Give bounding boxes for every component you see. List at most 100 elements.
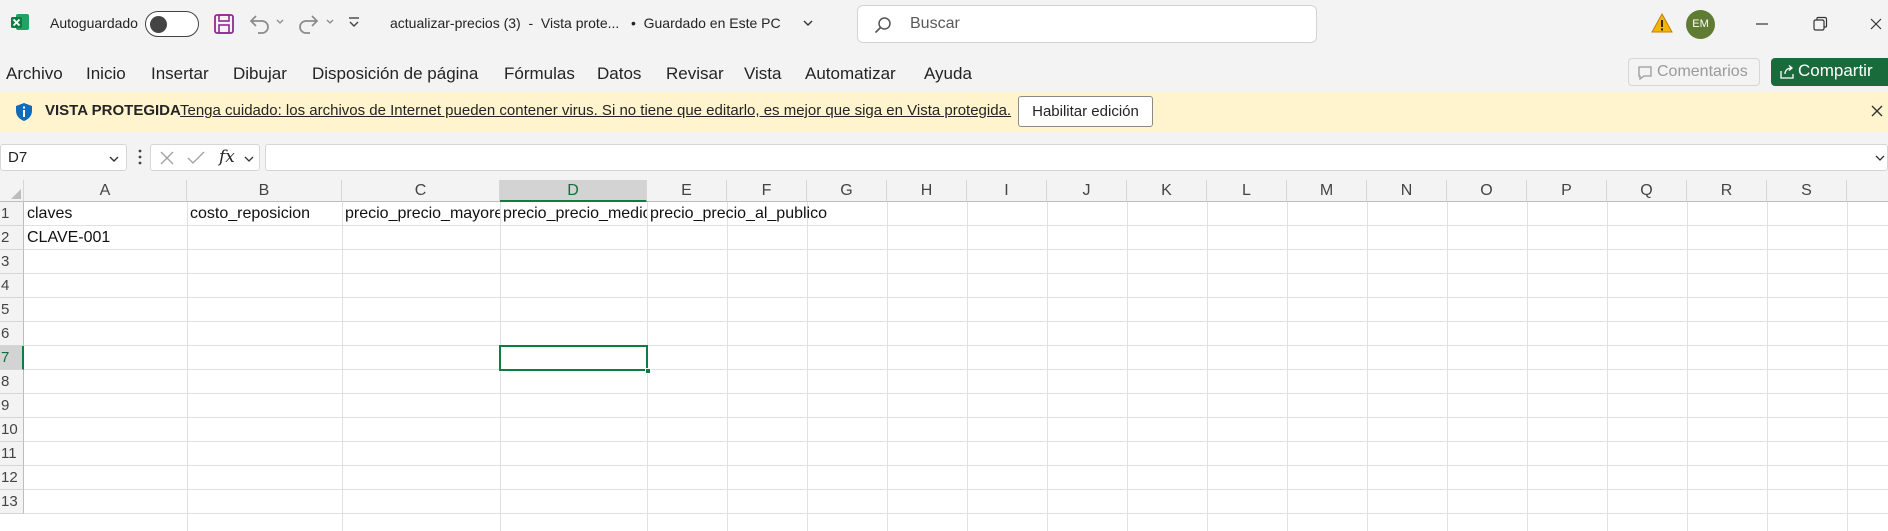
tab-insertar[interactable]: Insertar [151,64,209,84]
column-header-l[interactable]: L [1207,180,1287,202]
avatar[interactable]: EM [1686,10,1715,39]
tab-inicio[interactable]: Inicio [86,64,126,84]
row-header-3[interactable]: 3 [0,250,24,274]
name-box[interactable]: D7 [0,144,127,171]
column-header-k[interactable]: K [1127,180,1207,202]
column-header-p[interactable]: P [1527,180,1607,202]
chevron-down-icon[interactable] [802,17,814,29]
chevron-down-icon[interactable] [243,153,255,165]
gridline [1607,202,1608,531]
comments-label: Comentarios [1657,63,1748,80]
select-all-icon [11,189,21,199]
cancel-icon[interactable] [159,150,175,166]
row-header-8[interactable]: 8 [0,370,24,394]
minimize-icon[interactable] [1752,14,1772,34]
gridline [1047,202,1048,531]
gridline [24,393,1888,394]
protected-view-message[interactable]: Tenga cuidado: los archivos de Internet … [180,102,1011,119]
tab-disposicion[interactable]: Disposición de página [312,64,478,84]
spreadsheet-grid[interactable]: A B C D E F G H I J K L M N O P Q R S 1 … [0,180,1888,531]
tab-ayuda[interactable]: Ayuda [924,64,972,84]
protected-view-bar: VISTA PROTEGIDA Tenga cuidado: los archi… [0,92,1888,132]
column-header-o[interactable]: O [1447,180,1527,202]
share-button[interactable]: Compartir [1771,58,1888,86]
enable-editing-button[interactable]: Habilitar edición [1018,96,1153,127]
check-icon[interactable] [187,150,205,166]
comments-button[interactable]: Comentarios [1628,58,1760,86]
column-header-c[interactable]: C [342,180,500,202]
row-header-1[interactable]: 1 [0,202,24,226]
column-header-i[interactable]: I [967,180,1047,202]
insert-function-button[interactable]: fx [219,147,235,167]
fill-handle[interactable] [645,368,651,374]
row-header-10[interactable]: 10 [0,418,24,442]
gridline [1687,202,1688,531]
cell-d1[interactable]: precio_precio_medio [500,202,647,226]
row-header-5[interactable]: 5 [0,298,24,322]
gridline [1287,202,1288,531]
redo-icon[interactable] [297,12,321,34]
column-header-q[interactable]: Q [1607,180,1687,202]
document-title[interactable]: actualizar-precios (3) - Vista prote... … [390,15,781,31]
tab-automatizar[interactable]: Automatizar [805,64,896,84]
more-options-icon[interactable] [137,148,143,166]
expand-formula-icon[interactable] [1874,152,1886,164]
customize-toolbar-icon[interactable] [347,15,361,31]
column-header-n[interactable]: N [1367,180,1447,202]
tab-revisar[interactable]: Revisar [666,64,724,84]
gridline [1447,202,1448,531]
gridline [24,441,1888,442]
gridline [24,465,1888,466]
row-header-12[interactable]: 12 [0,466,24,490]
formula-controls: fx [150,144,260,171]
active-cell-d7[interactable] [499,345,648,371]
gridline [807,202,808,531]
column-header-j[interactable]: J [1047,180,1127,202]
redo-dropdown-icon[interactable] [325,17,335,27]
column-header-s[interactable]: S [1767,180,1847,202]
undo-dropdown-icon[interactable] [275,17,285,27]
restore-icon[interactable] [1810,14,1830,34]
gridline [24,273,1888,274]
row-header-7[interactable]: 7 [0,346,24,370]
row-header-4[interactable]: 4 [0,274,24,298]
row-header-11[interactable]: 11 [0,442,24,466]
tab-vista[interactable]: Vista [744,64,782,84]
close-icon[interactable] [1866,14,1886,34]
search-box[interactable]: Buscar [857,5,1317,43]
select-all-corner[interactable] [0,180,24,202]
autosave-toggle[interactable] [145,11,199,37]
formula-input[interactable] [265,144,1888,171]
tab-archivo[interactable]: Archivo [6,64,63,84]
cell-a1[interactable]: claves [24,202,187,226]
row-header-2[interactable]: 2 [0,226,24,250]
close-icon[interactable] [1869,103,1885,119]
gridline [24,513,1888,514]
column-header-f[interactable]: F [727,180,807,202]
cell-c1[interactable]: precio_precio_mayoreo [342,202,500,226]
column-header-r[interactable]: R [1687,180,1767,202]
tab-formulas[interactable]: Fórmulas [504,64,575,84]
column-header-e[interactable]: E [647,180,727,202]
gridline [1367,202,1368,531]
column-header-h[interactable]: H [887,180,967,202]
undo-icon[interactable] [247,12,271,34]
column-header-b[interactable]: B [187,180,342,202]
tab-datos[interactable]: Datos [597,64,641,84]
row-header-9[interactable]: 9 [0,394,24,418]
warning-icon[interactable] [1651,12,1673,34]
tab-dibujar[interactable]: Dibujar [233,64,287,84]
column-header-m[interactable]: M [1287,180,1367,202]
chevron-down-icon[interactable] [108,153,120,165]
save-icon[interactable] [213,13,235,35]
cell-b1[interactable]: costo_reposicion [187,202,342,226]
column-header-d[interactable]: D [500,180,647,202]
gridline [24,417,1888,418]
column-header-g[interactable]: G [807,180,887,202]
gridline [887,202,888,531]
row-header-6[interactable]: 6 [0,322,24,346]
cell-a2[interactable]: CLAVE-001 [24,226,187,250]
column-header-a[interactable]: A [24,180,187,202]
row-header-13[interactable]: 13 [0,490,24,514]
cell-e1[interactable]: precio_precio_al_publico [647,202,887,226]
